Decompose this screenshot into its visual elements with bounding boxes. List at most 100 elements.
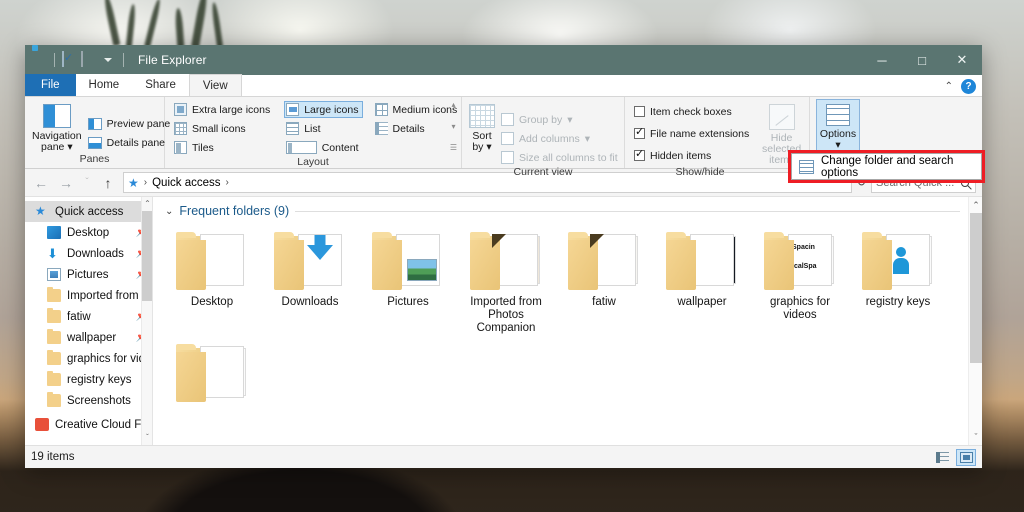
folder-icon [176, 232, 248, 290]
collapse-ribbon-icon[interactable]: ⌃ [945, 81, 953, 92]
folder-icon [47, 392, 61, 407]
sidebar-scroll-thumb[interactable] [142, 211, 152, 301]
layout-gallery-scroller[interactable]: ▴ ▾ ☰ [448, 101, 459, 152]
sidebar-item-registry-keys[interactable]: registry keys [25, 369, 152, 390]
folder-label: Imported from Photos Companion [470, 296, 542, 334]
label: Item check boxes [650, 105, 732, 118]
folder-item-wallpaper[interactable]: wallpaper [653, 226, 751, 338]
customize-caret-icon[interactable] [100, 52, 116, 68]
large-icons-view-icon [959, 451, 973, 463]
sidebar-item-pictures[interactable]: Pictures 📌 [25, 264, 152, 285]
folder-item-downloads[interactable]: Downloads [261, 226, 359, 338]
sidebar-item-desktop[interactable]: Desktop 📌 [25, 222, 152, 243]
options-caret-icon[interactable]: ▾ [835, 140, 840, 151]
change-folder-and-search-options-item[interactable]: Change folder and search options [821, 155, 981, 179]
properties-icon[interactable] [62, 51, 78, 68]
gallery-expand-icon[interactable]: ☰ [450, 144, 457, 152]
sort-by-caret-icon[interactable]: ▾ [486, 141, 491, 153]
options-dropdown-menu: Change folder and search options [791, 153, 982, 180]
tab-view[interactable]: View [188, 74, 242, 96]
breadcrumb-separator[interactable]: › [226, 177, 229, 188]
breadcrumb-separator: › [143, 177, 148, 188]
chevron-down-icon[interactable]: ⌄ [165, 206, 173, 217]
label: Group by [519, 113, 563, 126]
label: Large icons [304, 103, 359, 116]
navigation-pane-caret-icon[interactable]: ▾ [67, 141, 72, 153]
label: Add columns [519, 132, 580, 145]
content-scrollbar[interactable]: ⌃ ˇ [968, 197, 982, 445]
sidebar-scroll-down-icon[interactable]: ˇ [142, 431, 152, 445]
folder-item-registry-keys[interactable]: registry keys [849, 226, 947, 338]
label: Desktop [67, 226, 110, 239]
view-content[interactable]: Content [284, 139, 362, 156]
hidden-items-checkbox[interactable]: Hidden items [632, 147, 753, 164]
view-extra-large-icons[interactable]: Extra large icons [172, 101, 274, 118]
size-all-columns-button[interactable]: Size all columns to fit [499, 149, 622, 166]
sidebar-item-quick-access[interactable]: ★ Quick access [25, 201, 152, 222]
new-folder-icon[interactable] [81, 51, 97, 68]
folder-item-imported-from-photos-companion[interactable]: Imported from Photos Companion [457, 226, 555, 338]
frequent-folders-group-header[interactable]: ⌄ Frequent folders (9) [153, 197, 982, 218]
folder-item-pictures[interactable]: Pictures [359, 226, 457, 338]
item-check-boxes-checkbox[interactable]: Item check boxes [632, 103, 753, 120]
window-body: ★ Quick access Desktop 📌 ⬇ Downloads 📌 P… [25, 197, 982, 445]
sidebar-item-downloads[interactable]: ⬇ Downloads 📌 [25, 243, 152, 264]
back-button[interactable]: ← [31, 175, 51, 191]
title-bar[interactable]: File Explorer ─ □ ✕ [25, 45, 982, 75]
content-scroll-thumb[interactable] [970, 213, 982, 363]
folder-label: Downloads [281, 296, 339, 308]
close-button[interactable]: ✕ [942, 45, 982, 75]
add-columns-button[interactable]: Add columns ▾ [499, 130, 622, 147]
sidebar-item-imported-from-f[interactable]: Imported from F 📌 [25, 285, 152, 306]
label: graphics for vid [67, 352, 145, 365]
sidebar-item-creative-cloud-files[interactable]: Creative Cloud Files ˇ [25, 414, 152, 435]
sidebar-item-fatiw[interactable]: fatiw 📌 [25, 306, 152, 327]
minimize-button[interactable]: ─ [862, 45, 902, 75]
sidebar-item-wallpaper[interactable]: wallpaper 📌 [25, 327, 152, 348]
details-pane-label: Details pane [106, 136, 165, 149]
view-small-icons[interactable]: Small icons [172, 120, 274, 137]
gallery-scroll-down-icon[interactable]: ▾ [451, 122, 455, 131]
tab-home[interactable]: Home [75, 74, 133, 96]
gallery-scroll-up-icon[interactable]: ▴ [451, 101, 455, 109]
view-toggle-group [932, 448, 976, 466]
details-view-button[interactable] [932, 449, 952, 466]
folder-item-unlabeled[interactable] [163, 338, 261, 445]
sort-by-button[interactable]: Sort by ▾ [469, 101, 495, 153]
folder-item-fatiw[interactable]: fatiw [555, 226, 653, 338]
sidebar-scroll-up-icon[interactable]: ⌃ [142, 197, 152, 211]
folder-grid: Desktop Downloads Pictures Imported from… [153, 218, 982, 445]
details-pane-button[interactable]: Details pane [86, 134, 175, 151]
view-large-icons[interactable]: Large icons [284, 101, 363, 118]
view-tiles[interactable]: Tiles [172, 139, 274, 156]
window-title: File Explorer [138, 53, 207, 67]
folder-icon[interactable] [31, 52, 47, 68]
breadcrumb-quick-access[interactable]: Quick access [152, 177, 220, 189]
group-by-caret-icon: ▾ [567, 113, 573, 126]
sidebar-scrollbar[interactable]: ⌃ ˇ [141, 197, 152, 445]
maximize-button[interactable]: □ [902, 45, 942, 75]
file-name-extensions-checkbox[interactable]: File name extensions [632, 125, 753, 142]
label: Content [321, 141, 359, 154]
recent-locations-button[interactable]: ˇ [81, 177, 93, 188]
content-scroll-up-icon[interactable]: ⌃ [969, 197, 982, 213]
large-icons-view-button[interactable] [956, 448, 976, 466]
folder-icon [666, 232, 738, 290]
up-button[interactable]: ↑ [98, 175, 118, 191]
help-icon[interactable]: ? [961, 79, 976, 94]
folder-icon [47, 350, 61, 365]
folder-icon [274, 232, 346, 290]
tab-share[interactable]: Share [132, 74, 189, 96]
sidebar-item-screenshots[interactable]: Screenshots [25, 390, 152, 411]
folder-item-desktop[interactable]: Desktop [163, 226, 261, 338]
sidebar-item-graphics-for-videos[interactable]: graphics for vid 📌 [25, 348, 152, 369]
navigation-pane-button[interactable]: Navigation pane ▾ [32, 101, 82, 153]
group-by-button[interactable]: Group by ▾ [499, 111, 622, 128]
forward-button[interactable]: → [56, 175, 76, 191]
folder-item-graphics-for-videos[interactable]: -2 Spacin icalSpa graphics for videos [751, 226, 849, 338]
view-list[interactable]: List [284, 120, 362, 137]
preview-pane-button[interactable]: Preview pane [86, 115, 175, 132]
options-button[interactable]: Options ▾ [816, 99, 860, 159]
tab-file[interactable]: File [25, 74, 76, 96]
content-scroll-down-icon[interactable]: ˇ [969, 429, 982, 445]
